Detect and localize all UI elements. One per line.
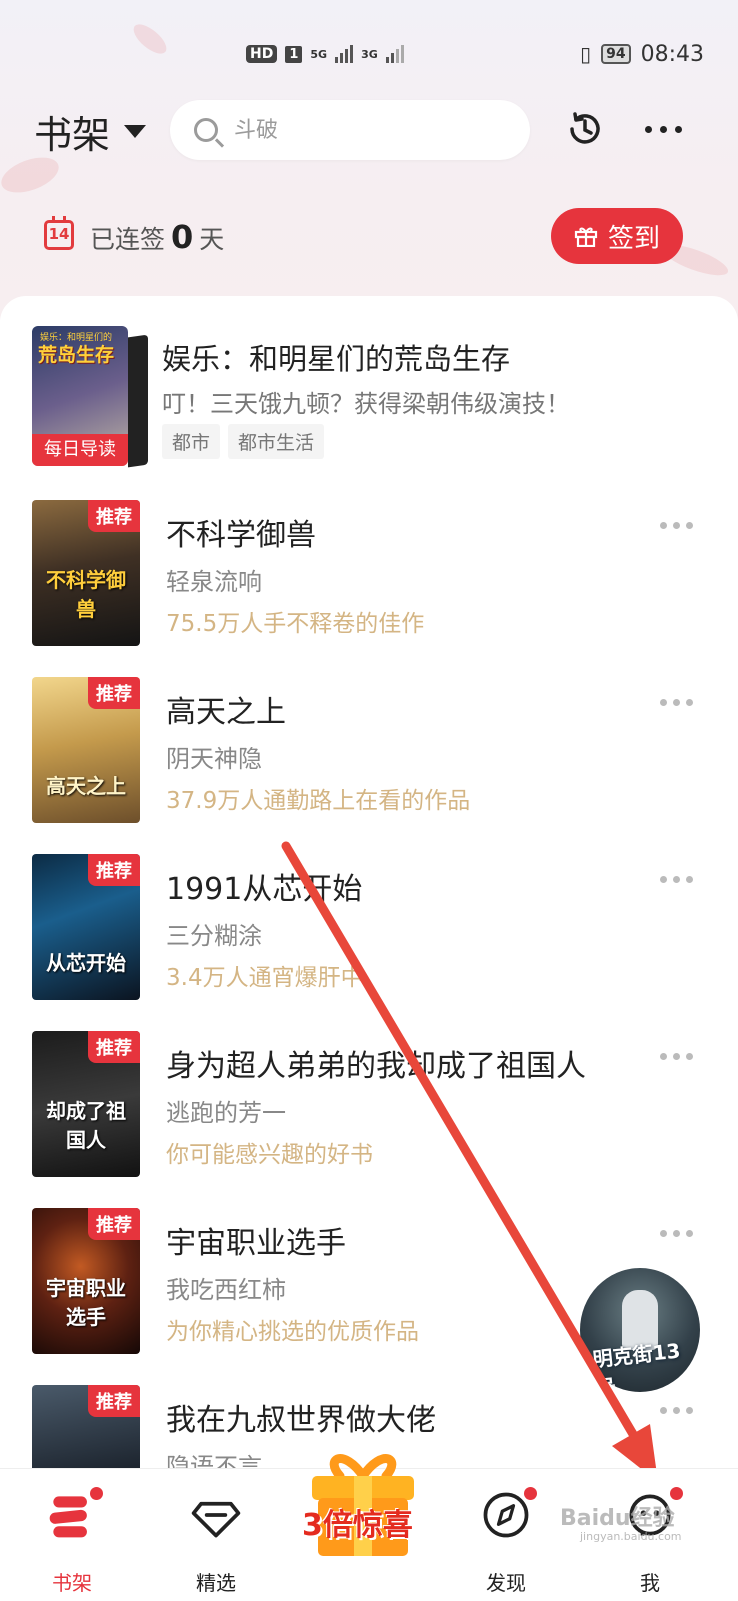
book-title: 宇宙职业选手 (166, 1226, 346, 1261)
floating-book-title: 明克街13号 (591, 1338, 682, 1392)
book-more-icon[interactable] (660, 699, 693, 706)
recommend-badge: 推荐 (88, 500, 140, 532)
book-cover: 推荐 高天之上 (32, 677, 140, 823)
book-info: 为你精心挑选的优质作品 (166, 1319, 419, 1345)
book-title: 身为超人弟弟的我却成了祖国人 (166, 1049, 586, 1084)
streak-prefix: 已连签 (90, 225, 166, 254)
book-cover: 推荐 从芯开始 (32, 854, 140, 1000)
battery-icon: 94 (601, 44, 631, 64)
page-title: 书架 (34, 113, 111, 157)
notification-dot (524, 1487, 537, 1500)
search-input[interactable] (232, 116, 506, 144)
featured-cover: 娱乐：和明星们的 荒岛生存 每日导读 (32, 326, 128, 466)
book-item[interactable]: 推荐 高天之上 高天之上 阴天神隐 37.9万人通勤路上在看的作品 (32, 677, 712, 823)
featured-book[interactable]: 娱乐：和明星们的 荒岛生存 每日导读 娱乐：和明星们的荒岛生存 叮！三天饿九顿？… (32, 326, 722, 471)
book-item[interactable]: 推荐 不科学御兽 不科学御兽 轻泉流响 75.5万人手不释卷的佳作 (32, 500, 712, 646)
status-bar-network: HD 1 5G 3G (246, 36, 404, 72)
signal-icon (385, 45, 404, 63)
cover-spine (128, 334, 148, 468)
calendar-icon: 14 (44, 216, 74, 250)
book-cover: 推荐 却成了祖国人 (32, 1031, 140, 1177)
search-bar[interactable] (170, 100, 530, 160)
book-info: 3.4万人通宵爆肝中 (166, 965, 364, 991)
recommend-badge: 推荐 (88, 1208, 140, 1240)
signin-label: 签到 (607, 223, 660, 254)
book-info: 你可能感兴趣的好书 (166, 1142, 373, 1168)
book-more-icon[interactable] (660, 522, 693, 529)
book-title: 1991从芯开始 (166, 872, 363, 907)
nav-label: 我 (640, 1571, 660, 1595)
book-info: 37.9万人通勤路上在看的作品 (166, 788, 471, 814)
history-icon[interactable] (566, 110, 604, 148)
book-title: 高天之上 (166, 695, 286, 730)
floating-book-badge[interactable]: 明克街13号 (580, 1268, 700, 1392)
book-info: 75.5万人手不释卷的佳作 (166, 611, 425, 637)
nav-label: 书架 (52, 1571, 92, 1595)
book-more-icon[interactable] (660, 1407, 693, 1414)
book-author: 我吃西红柿 (166, 1276, 286, 1304)
book-more-icon[interactable] (660, 876, 693, 883)
watermark: Baidu经验 (560, 1506, 675, 1531)
clock: 08:43 (640, 41, 704, 67)
book-title: 我在九叔世界做大佬 (166, 1403, 436, 1438)
promo-label: 3倍惊喜 (302, 1508, 413, 1543)
cover-text: 宇宙职业选手 (46, 1276, 126, 1329)
book-cover: 推荐 宇宙职业选手 (32, 1208, 140, 1354)
book-more-icon[interactable] (660, 1230, 693, 1237)
checkin-streak: 已连签 0 天 (90, 218, 224, 256)
nav-bookshelf[interactable]: 书架 (22, 1483, 122, 1595)
signin-button[interactable]: 签到 (551, 208, 683, 264)
gift-icon (574, 227, 598, 247)
book-cover: 推荐 (32, 1385, 140, 1468)
recommend-badge: 推荐 (88, 1031, 140, 1063)
featured-title: 娱乐：和明星们的荒岛生存 (162, 342, 511, 376)
search-icon (194, 118, 218, 142)
hd-icon: HD (246, 45, 278, 63)
book-more-icon[interactable] (660, 1053, 693, 1060)
cover-text: 却成了祖国人 (46, 1099, 126, 1152)
book-title: 不科学御兽 (166, 518, 316, 553)
bookshelf-dropdown[interactable]: 书架 (34, 104, 147, 159)
daily-guide-banner: 每日导读 (32, 434, 128, 466)
vibrate-icon: ▯ (580, 42, 592, 66)
tag[interactable]: 都市 (162, 424, 221, 459)
nav-featured[interactable]: 精选 (166, 1483, 266, 1595)
cover-text: 高天之上 (46, 774, 126, 798)
nav-label: 精选 (196, 1571, 236, 1595)
cover-text: 不科学御兽 (46, 568, 126, 621)
book-author: 三分糊涂 (166, 922, 262, 950)
book-author: 轻泉流响 (166, 568, 262, 596)
sim-icon: 1 (285, 45, 303, 63)
notification-dot (670, 1487, 683, 1500)
diamond-icon (191, 1501, 241, 1538)
watermark-url: jingyan.baidu.com (580, 1530, 682, 1543)
book-author: 逃跑的芳一 (166, 1099, 286, 1127)
network-3g-label: 3G (361, 47, 378, 61)
book-item[interactable]: 推荐 从芯开始 1991从芯开始 三分糊涂 3.4万人通宵爆肝中 (32, 854, 712, 1000)
streak-suffix: 天 (199, 225, 225, 254)
status-bar-right: ▯ 94 08:43 (580, 36, 704, 72)
book-author: 隐语不言 (166, 1453, 262, 1468)
book-cover: 推荐 不科学御兽 (32, 500, 140, 646)
book-item[interactable]: 推荐 却成了祖国人 身为超人弟弟的我却成了祖国人 逃跑的芳一 你可能感兴趣的好书 (32, 1031, 712, 1177)
recommend-badge: 推荐 (88, 677, 140, 709)
tag[interactable]: 都市生活 (228, 424, 325, 459)
featured-tags: 都市 都市生活 (162, 424, 325, 459)
cover-text: 从芯开始 (46, 951, 126, 975)
network-5g-label: 5G (310, 47, 328, 61)
recommend-badge: 推荐 (88, 854, 140, 886)
signal-icon (335, 45, 354, 63)
notification-dot (90, 1487, 103, 1500)
book-author: 阴天神隐 (166, 745, 262, 773)
nav-label: 发现 (486, 1571, 526, 1595)
more-options-icon[interactable] (645, 115, 687, 143)
dropdown-arrow-icon (124, 125, 147, 138)
nav-discover[interactable]: 发现 (456, 1483, 556, 1595)
promo-gift-button[interactable]: 3倍惊喜 (296, 1448, 430, 1558)
recommend-badge: 推荐 (88, 1385, 140, 1417)
cover-title: 荒岛生存 (38, 344, 115, 366)
streak-days: 0 (171, 218, 194, 256)
featured-description: 叮！三天饿九顿？获得梁朝伟级演技！ (162, 390, 570, 418)
